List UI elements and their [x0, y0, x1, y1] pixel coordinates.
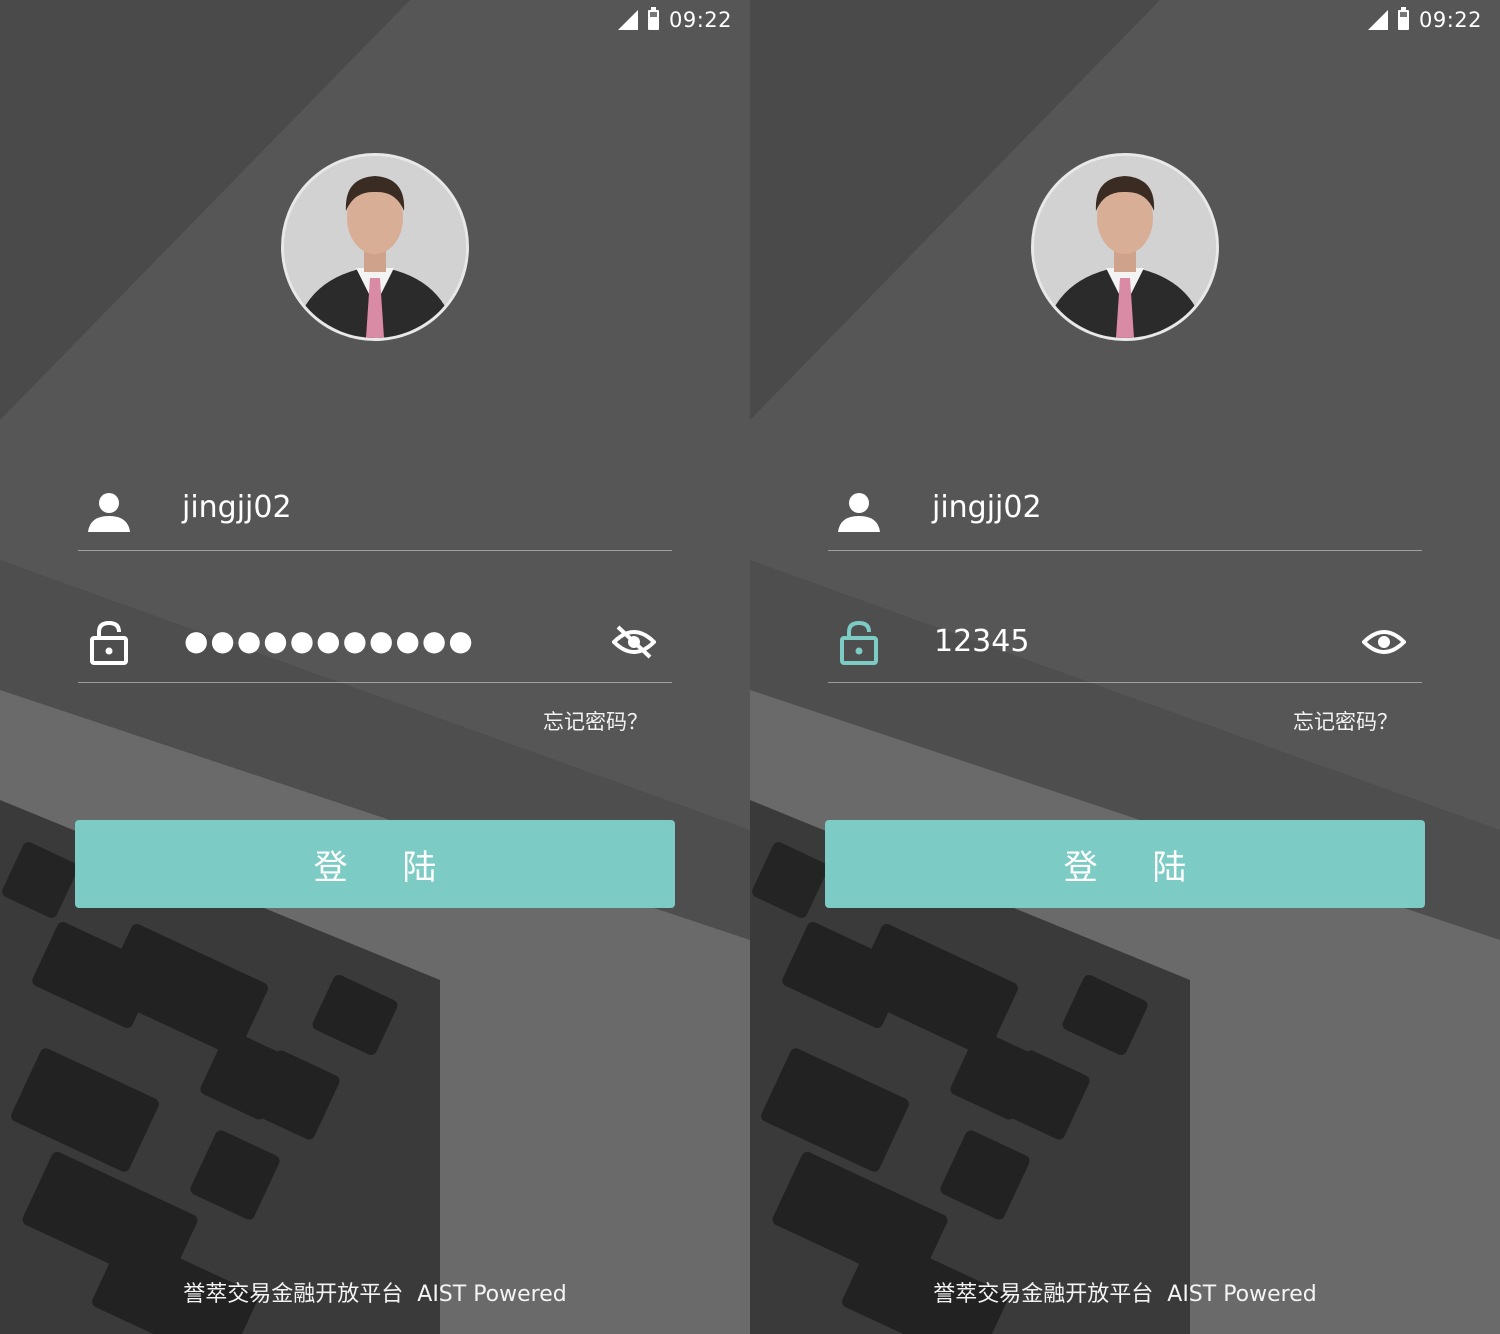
avatar [281, 153, 469, 341]
battery-icon [1397, 7, 1409, 30]
status-time: 09:22 [1418, 8, 1482, 32]
status-time: 09:22 [668, 8, 732, 32]
footer-powered: AIST Powered [417, 1282, 567, 1307]
footer: 誉萃交易金融开放平台 AIST Powered [750, 1276, 1500, 1308]
username-field[interactable]: jingjj02 [828, 470, 1422, 551]
user-icon [838, 493, 880, 532]
login-screen-password-visible: 09:22 jingjj02 12345 忘记密码？ 登 陆 誉萃交易金融开放平… [750, 0, 1500, 1334]
user-icon [88, 493, 130, 532]
lock-icon [840, 620, 878, 665]
status-bar: 09:22 [1367, 0, 1482, 40]
battery-icon [647, 7, 659, 30]
password-field[interactable]: 12345 [828, 602, 1422, 683]
avatar [1031, 153, 1219, 341]
footer-powered: AIST Powered [1167, 1282, 1317, 1307]
lock-icon [90, 620, 128, 665]
footer: 誉萃交易金融开放平台 AIST Powered [0, 1276, 750, 1308]
login-screen-password-hidden: 09:22 jingjj02 ●●●●●●●●●●● 忘记密码？ 登 陆 誉萃交… [0, 0, 750, 1334]
username-field[interactable]: jingjj02 [78, 470, 672, 551]
password-field[interactable]: ●●●●●●●●●●● [78, 602, 672, 683]
signal-icon [617, 10, 638, 30]
login-button[interactable]: 登 陆 [825, 820, 1425, 908]
login-button[interactable]: 登 陆 [75, 820, 675, 908]
forgot-password-link[interactable]: 忘记密码？ [543, 706, 648, 736]
username-value[interactable]: jingjj02 [182, 490, 292, 525]
footer-platform: 誉萃交易金融开放平台 [933, 1282, 1154, 1307]
password-value[interactable]: ●●●●●●●●●●● [184, 624, 475, 657]
footer-platform: 誉萃交易金融开放平台 [183, 1282, 404, 1307]
status-bar: 09:22 [617, 0, 732, 40]
password-value[interactable]: 12345 [934, 624, 1029, 659]
username-value[interactable]: jingjj02 [932, 490, 1042, 525]
eye-icon[interactable] [1362, 624, 1406, 660]
forgot-password-link[interactable]: 忘记密码？ [1293, 706, 1398, 736]
eye-off-icon[interactable] [612, 624, 656, 660]
signal-icon [1367, 10, 1388, 30]
